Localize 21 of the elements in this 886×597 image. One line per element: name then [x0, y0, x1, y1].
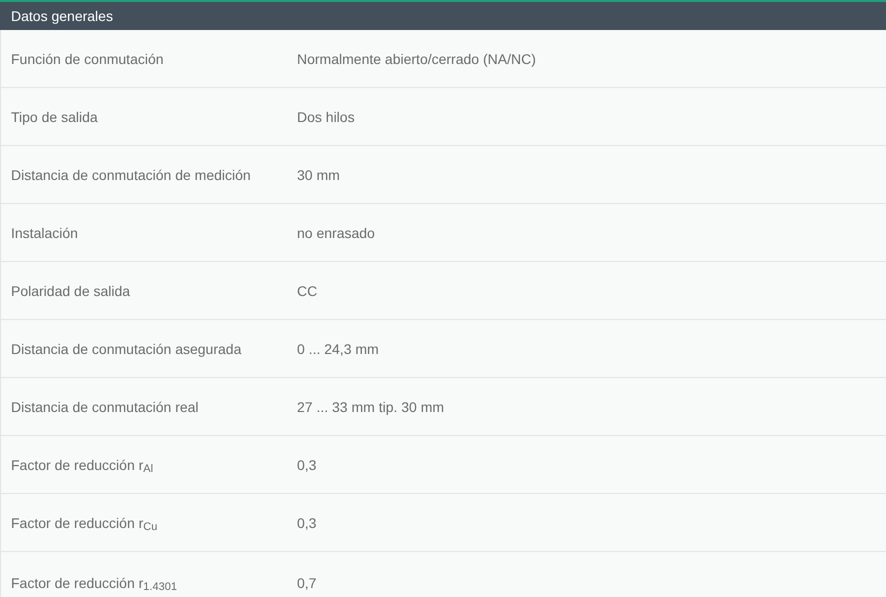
- property-value: Dos hilos: [297, 108, 355, 126]
- property-label: Tipo de salida: [10, 108, 99, 126]
- property-value: CC: [297, 282, 318, 300]
- section-title: Datos generales: [11, 6, 113, 26]
- property-value: 27 ... 33 mm tip. 30 mm: [297, 398, 444, 416]
- property-label: Distancia de conmutación de medición: [10, 166, 252, 184]
- property-value: no enrasado: [297, 224, 375, 242]
- property-label: Distancia de conmutación asegurada: [10, 340, 242, 358]
- property-value: 0 ... 24,3 mm: [297, 340, 379, 358]
- property-label: Polaridad de salida: [10, 282, 132, 300]
- property-label: Distancia de conmutación real: [10, 398, 200, 416]
- property-value: 0,7: [297, 574, 316, 592]
- property-label: Factor de reducción r$_{Cu}$: [10, 514, 158, 532]
- property-value: Normalmente abierto/cerrado (NA/NC): [297, 50, 536, 68]
- property-label: Factor de reducción r$_{Al}$: [10, 456, 154, 474]
- property-value: 0,3: [297, 456, 316, 474]
- property-value: 0,3: [297, 514, 316, 532]
- property-value: 30 mm: [297, 166, 340, 184]
- property-label: Instalación: [10, 224, 79, 242]
- property-label: Función de conmutación: [10, 50, 165, 68]
- property-label: Factor de reducción r$_{1.4301}$: [10, 574, 178, 592]
